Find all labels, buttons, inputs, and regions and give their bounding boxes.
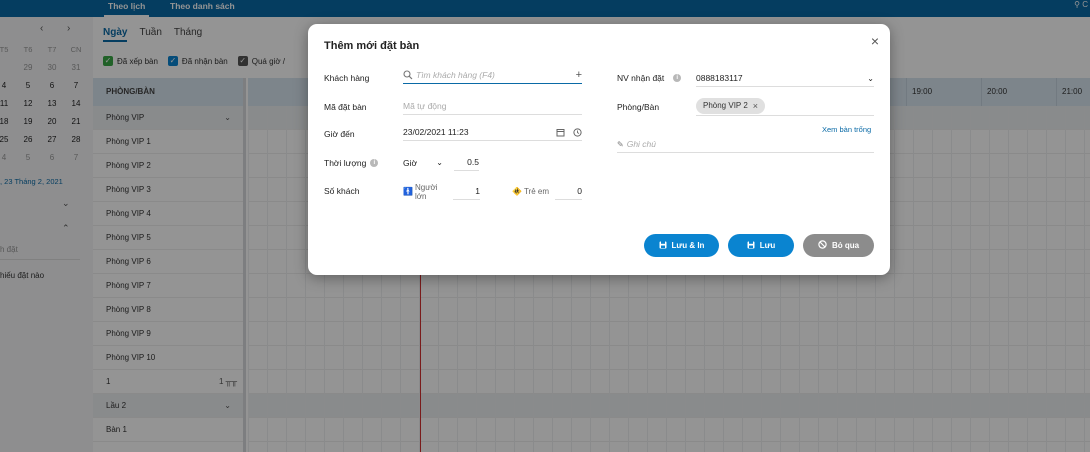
save-print-button[interactable]: Lưu & In	[644, 234, 719, 257]
child-icon: 🚸	[512, 187, 522, 196]
save-icon	[747, 241, 755, 251]
skip-button[interactable]: Bỏ qua	[803, 234, 874, 257]
duration-unit-value: Giờ	[403, 157, 418, 168]
person-icon: 🚹	[403, 187, 413, 196]
note-input[interactable]: Ghi chú	[627, 139, 656, 149]
close-icon[interactable]: ×	[871, 33, 879, 49]
add-customer-icon[interactable]: +	[576, 69, 582, 81]
adults-field[interactable]: 1	[453, 183, 480, 200]
add-booking-dialog: Thêm mới đặt bàn × Khách hàng Tìm khách …	[308, 24, 890, 275]
adults-label-text: Người lớn	[414, 182, 438, 201]
arrival-field[interactable]: 23/02/2021 11:23	[403, 124, 582, 141]
note-field[interactable]: ✎ Ghi chú	[617, 136, 874, 153]
view-empty-tables-link[interactable]: Xem bàn trống	[822, 125, 871, 134]
duration-field[interactable]: 0.5	[454, 154, 479, 171]
children-label: 🚸 Trẻ em	[512, 183, 557, 200]
children-input[interactable]: 0	[577, 186, 582, 196]
arrival-label: Giờ đến	[324, 129, 355, 139]
adults-input[interactable]: 1	[475, 186, 480, 196]
guests-label: Số khách	[324, 186, 360, 196]
adults-label: 🚹 Người lớn	[403, 182, 449, 201]
skip-label: Bỏ qua	[831, 241, 860, 250]
dialog-title: Thêm mới đặt bàn	[324, 40, 420, 52]
booking-code-label: Mã đặt bàn	[324, 102, 367, 112]
save-button[interactable]: Lưu	[728, 234, 794, 257]
customer-label: Khách hàng	[324, 73, 370, 83]
customer-search-input[interactable]: Tìm khách hàng (F4)	[416, 70, 495, 80]
room-label: Phòng/Bàn	[617, 102, 660, 112]
duration-unit-select[interactable]: Giờ ⌄	[403, 154, 443, 171]
booking-code-field[interactable]: Mã tự động	[403, 98, 582, 115]
save-icon	[659, 241, 667, 251]
save-label: Lưu	[759, 241, 776, 250]
duration-label: Thời lượng i	[324, 158, 379, 168]
remove-chip-icon[interactable]: ×	[753, 101, 758, 111]
room-chip-label: Phòng VIP 2	[703, 101, 748, 110]
chevron-down-icon[interactable]: ⌄	[867, 74, 874, 83]
search-icon	[403, 70, 413, 80]
info-icon[interactable]: i	[673, 74, 682, 82]
pencil-icon: ✎	[617, 139, 624, 149]
staff-select[interactable]: 0888183117 ⌄	[696, 70, 874, 87]
room-chip: Phòng VIP 2 ×	[696, 97, 766, 114]
customer-search-field[interactable]: Tìm khách hàng (F4) +	[403, 67, 582, 84]
duration-input[interactable]: 0.5	[467, 157, 479, 167]
staff-label-text: NV nhận đặt	[617, 73, 665, 83]
calendar-icon[interactable]	[556, 128, 565, 137]
cancel-circle-icon	[818, 240, 827, 251]
arrival-input[interactable]: 23/02/2021 11:23	[403, 127, 469, 137]
room-select[interactable]: Phòng VIP 2 ×	[696, 96, 874, 116]
chevron-down-icon[interactable]: ⌄	[436, 158, 443, 167]
staff-value: 0888183117	[696, 73, 743, 83]
children-label-text: Trẻ em	[523, 187, 550, 196]
staff-label: NV nhận đặt i	[617, 73, 682, 83]
duration-label-text: Thời lượng	[324, 158, 367, 168]
save-print-label: Lưu & In	[671, 241, 705, 250]
info-icon[interactable]: i	[370, 159, 379, 167]
children-field[interactable]: 0	[555, 183, 582, 200]
clock-icon[interactable]	[573, 127, 582, 137]
booking-code-input[interactable]: Mã tự động	[403, 101, 447, 111]
